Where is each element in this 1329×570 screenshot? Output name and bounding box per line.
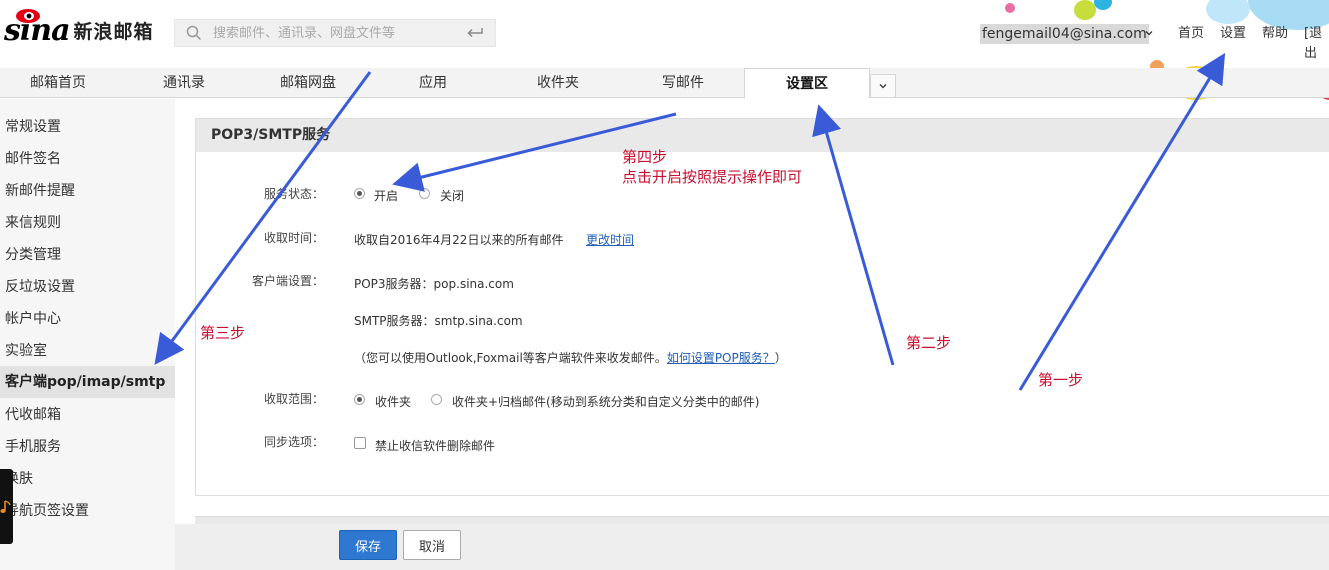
annotation-step4-text: 点击开启按照提示操作即可 (622, 168, 803, 186)
fetch-range-label: 收取范围： (263, 392, 324, 406)
client-note: （您可以使用Outlook,Foxmail等客户端软件来收发邮件。如何设置POP… (354, 349, 787, 366)
fetch-time-value: 收取自2016年4月22日以来的所有邮件 (354, 233, 564, 247)
sync-options-label: 同步选项： (263, 435, 324, 449)
music-player-widget[interactable] (0, 469, 13, 544)
annotation-step3: 第三步 (200, 324, 246, 342)
chevron-down-icon[interactable] (1144, 28, 1154, 38)
sidebar-item-fetch-mail[interactable]: 代收邮箱 (0, 399, 175, 431)
annotation-step2: 第二步 (906, 334, 952, 352)
fetch-time-label: 收取时间： (263, 231, 324, 245)
sidebar-item-general[interactable]: 常规设置 (0, 111, 175, 143)
decorative-flower (1005, 3, 1015, 13)
sidebar-item-account[interactable]: 帐户中心 (0, 303, 175, 335)
tab-contacts[interactable]: 通讯录 (126, 68, 242, 98)
client-settings-label: 客户端设置： (251, 274, 324, 288)
tab-inbox[interactable]: 收件夹 (500, 68, 616, 98)
decorative-flower (1206, 0, 1250, 24)
sidebar-item-nav-tabs[interactable]: 导航页签设置 (0, 495, 175, 527)
sidebar-item-categories[interactable]: 分类管理 (0, 239, 175, 271)
sidebar-item-skin[interactable]: 换肤 (0, 463, 175, 495)
pop3-server: POP3服务器：pop.sina.com (354, 277, 514, 291)
search-input[interactable] (213, 25, 455, 41)
service-off-radio[interactable] (419, 188, 430, 199)
brand-name: 新浪邮箱 (73, 20, 154, 43)
range-inbox-archive-radio[interactable] (431, 394, 442, 405)
client-note-prefix: （您可以使用Outlook,Foxmail等客户端软件来收发邮件。 (354, 351, 667, 365)
settings-link[interactable]: 设置 (1220, 24, 1246, 44)
help-link[interactable]: 帮助 (1262, 24, 1288, 44)
tab-settings[interactable]: 设置区 (744, 68, 870, 99)
block-delete-checkbox[interactable] (354, 437, 366, 449)
logo-eye-icon (16, 9, 40, 23)
tab-compose[interactable]: 写邮件 (625, 68, 741, 98)
sidebar-item-client-pop-imap-smtp[interactable]: 客户端pop/imap/smtp (0, 366, 175, 398)
service-on-label[interactable]: 开启 (374, 187, 398, 204)
annotation-step4-title: 第四步 (622, 148, 668, 166)
sidebar-item-antispam[interactable]: 反垃圾设置 (0, 271, 175, 303)
range-inbox-archive-label[interactable]: 收件夹+归档邮件(移动到系统分类和自定义分类中的邮件) (452, 393, 759, 410)
chevron-down-icon (879, 84, 887, 89)
service-on-radio[interactable] (354, 188, 365, 199)
annotation-step1: 第一步 (1038, 371, 1084, 389)
panel-title: POP3/SMTP服务 (196, 119, 1329, 152)
search-box[interactable] (174, 19, 496, 47)
main-nav-tabs: 邮箱首页 通讯录 邮箱网盘 应用 收件夹 写邮件 设置区 (0, 68, 1329, 99)
range-inbox-label[interactable]: 收件夹 (375, 393, 411, 410)
how-to-setup-pop-link[interactable]: 如何设置POP服务？ (667, 351, 775, 365)
block-delete-label[interactable]: 禁止收信软件删除邮件 (375, 437, 495, 454)
sidebar-item-new-mail-alert[interactable]: 新邮件提醒 (0, 175, 175, 207)
settings-sidebar: 常规设置 邮件签名 新邮件提醒 来信规则 分类管理 反垃圾设置 帐户中心 实验室… (0, 99, 175, 570)
sidebar-item-mobile[interactable]: 手机服务 (0, 431, 175, 463)
tab-mail-home[interactable]: 邮箱首页 (0, 68, 116, 98)
range-inbox-radio[interactable] (354, 394, 365, 405)
client-note-suffix: ） (774, 351, 787, 365)
sidebar-item-signature[interactable]: 邮件签名 (0, 143, 175, 175)
tab-netdisk[interactable]: 邮箱网盘 (250, 68, 366, 98)
enter-icon[interactable] (455, 20, 495, 46)
decorative-flower (1094, 0, 1112, 10)
user-email[interactable]: fengemail04@sina.com (980, 24, 1149, 44)
service-status-label: 服务状态： (263, 187, 324, 201)
search-icon (175, 20, 213, 46)
sidebar-item-lab[interactable]: 实验室 (0, 335, 175, 367)
sidebar-item-rules[interactable]: 来信规则 (0, 207, 175, 239)
music-note-icon (0, 500, 11, 513)
mail-settings-page: sina 新浪邮箱 fengemail04@sina.com 首页 设置 帮助 … (0, 0, 1329, 570)
decorative-flower (1074, 0, 1096, 20)
change-time-link[interactable]: 更改时间 (586, 231, 634, 248)
logout-link[interactable]: [退出 (1304, 24, 1329, 64)
tab-apps[interactable]: 应用 (375, 68, 491, 98)
cancel-button[interactable]: 取消 (403, 530, 461, 560)
home-link[interactable]: 首页 (1178, 24, 1204, 44)
service-off-label[interactable]: 关闭 (440, 187, 464, 204)
smtp-server: SMTP服务器：smtp.sina.com (354, 314, 523, 328)
save-button[interactable]: 保存 (339, 530, 397, 560)
tabs-more-button[interactable] (870, 74, 896, 98)
